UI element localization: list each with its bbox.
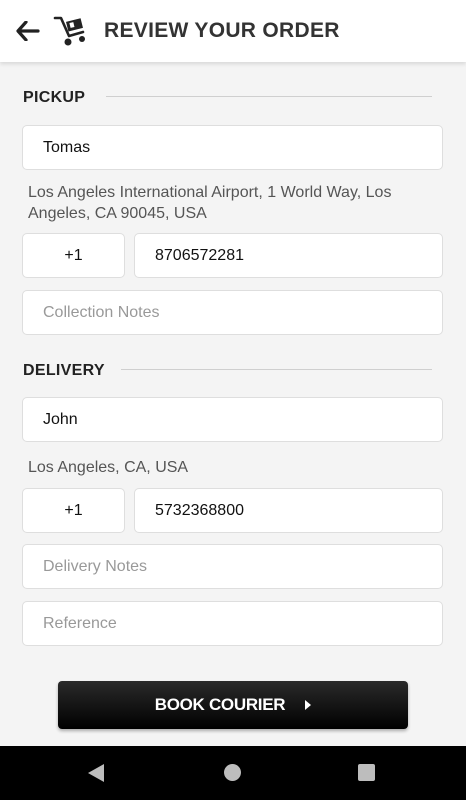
system-navigation-bar <box>0 746 466 800</box>
courier-cart-logo <box>53 14 89 48</box>
pickup-section-title: PICKUP <box>23 89 86 106</box>
delivery-phone-field[interactable]: 5732368800 <box>134 488 443 533</box>
delivery-address: Los Angeles, CA, USA <box>28 459 189 476</box>
nav-back-icon[interactable] <box>88 764 104 782</box>
reference-field[interactable]: Reference <box>22 601 443 646</box>
nav-recent-apps-icon[interactable] <box>358 764 375 781</box>
page-title: REVIEW YOUR ORDER <box>104 19 340 42</box>
delivery-country-code-field[interactable]: +1 <box>22 488 125 533</box>
book-courier-label: BOOK COURIER <box>154 695 286 714</box>
delivery-divider <box>121 369 432 370</box>
play-arrow-icon <box>305 700 312 710</box>
pickup-name-field[interactable]: Tomas <box>22 125 443 170</box>
delivery-notes-field[interactable]: Delivery Notes <box>22 544 443 589</box>
book-courier-button[interactable]: BOOK COURIER <box>58 681 408 729</box>
delivery-name-field[interactable]: John <box>22 397 443 442</box>
collection-notes-field[interactable]: Collection Notes <box>22 290 443 335</box>
pickup-country-code-field[interactable]: +1 <box>22 233 125 278</box>
pickup-address: Los Angeles International Airport, 1 Wor… <box>28 184 392 222</box>
nav-home-icon[interactable] <box>224 764 241 781</box>
delivery-section-title: DELIVERY <box>23 362 105 379</box>
app-header: REVIEW YOUR ORDER <box>0 0 466 62</box>
back-arrow-icon[interactable] <box>14 17 42 45</box>
pickup-divider <box>106 96 432 97</box>
pickup-phone-field[interactable]: 8706572281 <box>134 233 443 278</box>
